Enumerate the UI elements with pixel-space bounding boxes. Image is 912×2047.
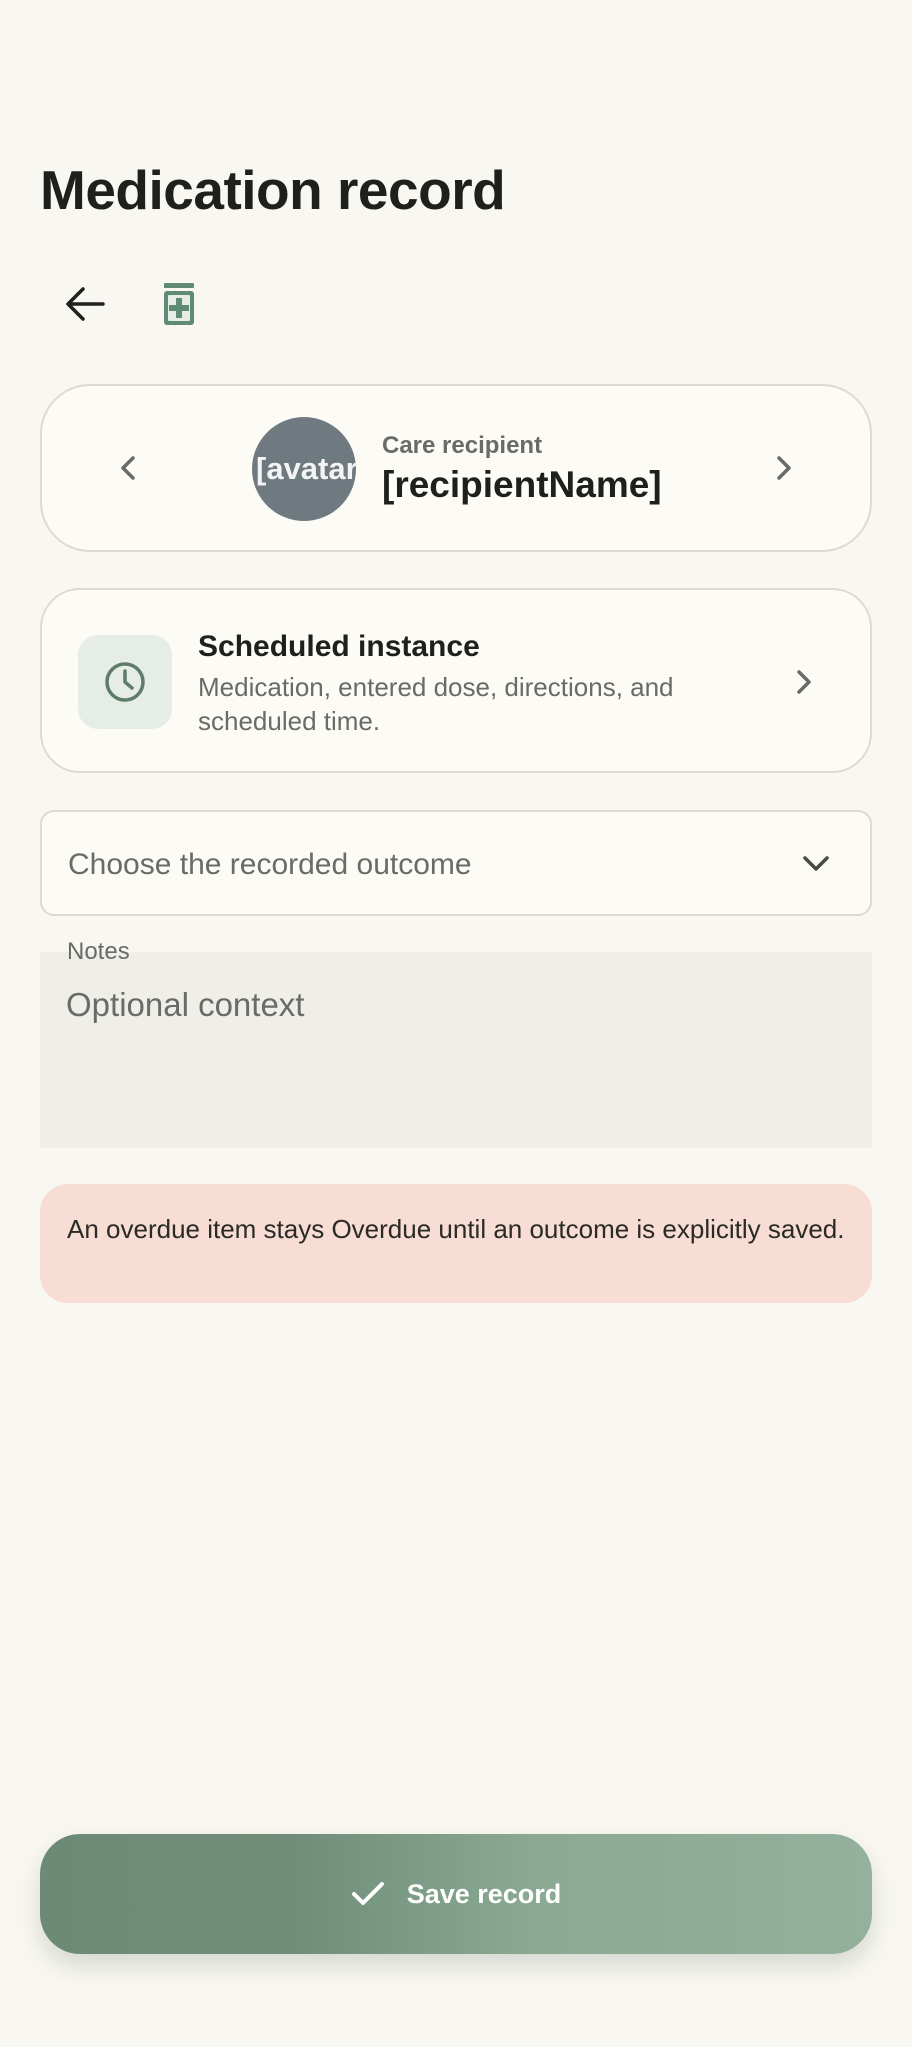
chevron-left-icon (121, 456, 135, 480)
avatar-text: [avatar] (256, 451, 356, 486)
chevron-right-icon (777, 456, 791, 480)
check-icon (351, 1882, 384, 1905)
recipient-switcher: [avatar] Care recipient [recipientName] (40, 384, 872, 552)
outcome-select[interactable]: Choose the recorded outcome (40, 810, 872, 916)
outcome-placeholder: Choose the recorded outcome (68, 848, 472, 881)
overdue-warning: An overdue item stays Overdue until an o… (40, 1184, 872, 1303)
save-record-button[interactable]: Save record (40, 1834, 872, 1954)
clock-tile (78, 635, 172, 729)
medication-record-screen: Medication record [avatar] Care re (0, 0, 912, 2047)
scheduled-instance-description: Medication, entered dose, directions, an… (198, 672, 674, 736)
toolbar (40, 266, 224, 342)
notes-field[interactable] (40, 952, 872, 1148)
arrow-left-icon (66, 287, 105, 321)
recipient-label: Care recipient (382, 432, 543, 459)
scheduled-instance-title: Scheduled instance (198, 630, 480, 663)
back-button[interactable] (40, 266, 130, 342)
chevron-right-icon (774, 652, 834, 712)
next-recipient-button[interactable] (754, 438, 814, 498)
recipient-name: [recipientName] (382, 464, 662, 505)
avatar: [avatar] (252, 417, 356, 521)
save-record-label: Save record (406, 1878, 562, 1909)
scheduled-instance-card[interactable]: Scheduled instance Medication, entered d… (40, 588, 872, 773)
notes-label: Notes (67, 938, 130, 965)
previous-recipient-button[interactable] (98, 438, 158, 498)
clock-icon (105, 662, 145, 702)
medicine-bottle-icon (164, 283, 194, 325)
chevron-down-icon (788, 836, 844, 892)
medication-button[interactable] (134, 266, 224, 342)
page-title: Medication record (40, 159, 506, 221)
